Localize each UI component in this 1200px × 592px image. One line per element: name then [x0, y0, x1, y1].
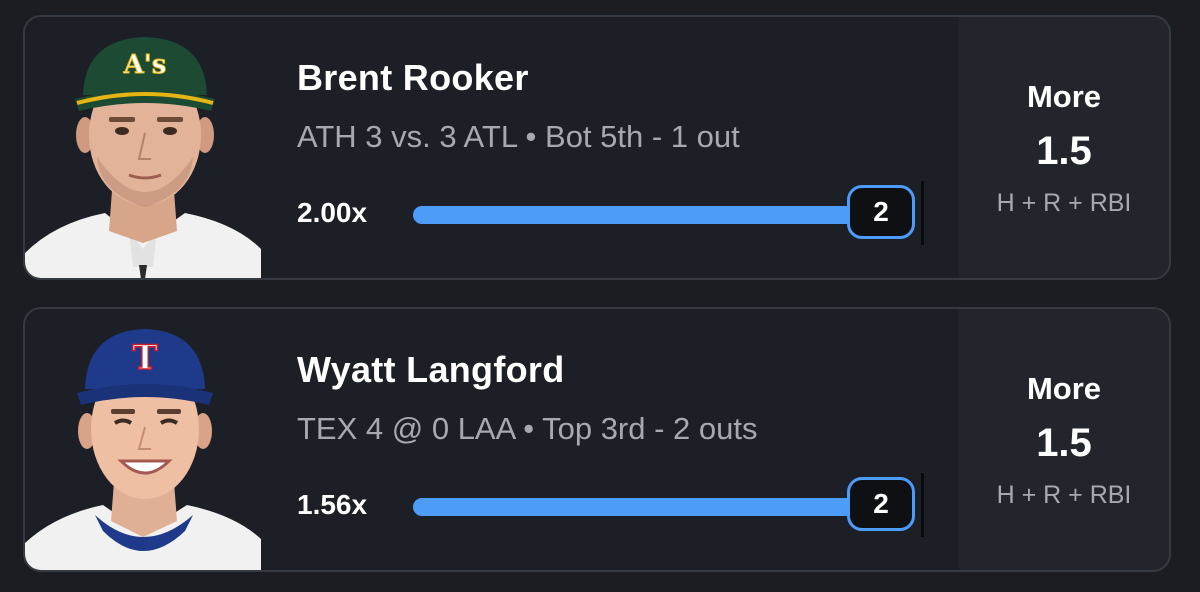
goal-marker	[921, 473, 924, 537]
multiplier: 1.56x	[297, 489, 368, 520]
pick-panel[interactable]: More 1.5 H + R + RBI	[959, 309, 1169, 570]
pick-panel[interactable]: More 1.5 H + R + RBI	[959, 17, 1169, 278]
player-headshot: T	[25, 309, 261, 570]
player-name: Brent Rooker	[297, 57, 529, 98]
pick-line: 1.5	[1036, 421, 1092, 465]
progress-track	[413, 206, 858, 224]
svg-text:T: T	[132, 338, 157, 378]
game-status: TEX 4 @ 0 LAA • Top 3rd - 2 outs	[297, 411, 758, 446]
goal-marker	[921, 181, 924, 245]
multiplier: 2.00x	[297, 197, 368, 228]
pick-direction: More	[1026, 79, 1102, 114]
player-name: Wyatt Langford	[297, 349, 565, 390]
player-headshot: A's	[25, 17, 261, 278]
pick-card[interactable]: A's Brent Rooker ATH 3 vs. 3 ATL • Bot 5…	[23, 15, 1171, 280]
progress-fill	[413, 206, 858, 224]
svg-text:A's: A's	[123, 50, 167, 80]
pick-stat: H + R + RBI	[996, 189, 1132, 217]
pick-direction: More	[1026, 371, 1102, 406]
pick-card[interactable]: T Wyatt Langford TEX 4 @ 0 LAA • Top 3rd…	[23, 307, 1171, 572]
current-value-badge: 2	[847, 185, 915, 239]
game-status: ATH 3 vs. 3 ATL • Bot 5th - 1 out	[297, 119, 740, 154]
progress-track	[413, 498, 858, 516]
progress-fill	[413, 498, 858, 516]
current-value-badge: 2	[847, 477, 915, 531]
pick-stat: H + R + RBI	[996, 481, 1132, 509]
pick-line: 1.5	[1036, 129, 1092, 173]
